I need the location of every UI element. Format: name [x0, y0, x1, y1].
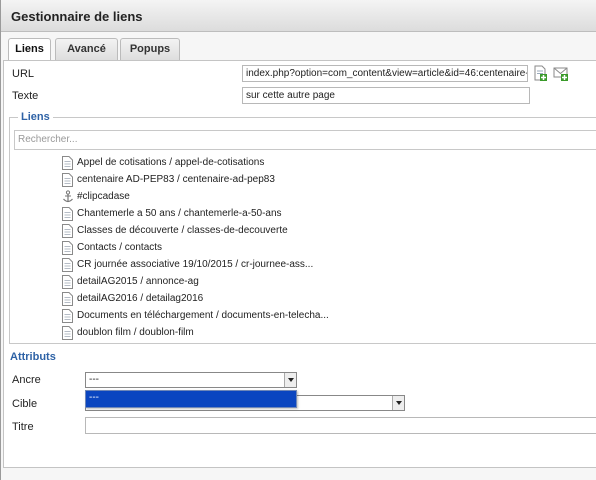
text-input[interactable]: sur cette autre page — [242, 87, 530, 104]
email-link-icon[interactable] — [553, 65, 569, 81]
tab-popups[interactable]: Popups — [120, 38, 180, 60]
links-legend: Liens — [18, 111, 53, 123]
cible-label: Cible — [12, 398, 38, 410]
link-manager-dialog: Gestionnaire de liens Liens Avancé Popup… — [0, 0, 596, 480]
links-search-input[interactable]: Rechercher... — [14, 130, 596, 150]
list-item-label: Classes de découverte / classes-de-decou… — [77, 225, 288, 236]
list-item-label: Documents en téléchargement / documents-… — [77, 310, 329, 321]
ancre-dropdown-list: --- — [85, 390, 297, 408]
ancre-select[interactable]: --- — [85, 372, 297, 388]
list-item[interactable]: Appel de cotisations / appel-de-cotisati… — [60, 155, 596, 172]
links-search-placeholder: Rechercher... — [18, 134, 78, 145]
list-item-label: CR journée associative 19/10/2015 / cr-j… — [77, 259, 314, 270]
attributes-legend: Attributs — [10, 351, 56, 363]
list-item-label: #clipcadase — [77, 191, 130, 202]
list-item-label: Chantemerle a 50 ans / chantemerle-a-50-… — [77, 208, 282, 219]
url-label: URL — [12, 68, 35, 80]
list-item[interactable]: detailAG2016 / detailag2016 — [60, 291, 596, 308]
list-item[interactable]: doublon film / doublon-film — [60, 325, 596, 341]
tab-liens[interactable]: Liens — [8, 38, 51, 61]
list-item-label: detailAG2015 / annonce-ag — [77, 276, 199, 287]
titre-label: Titre — [12, 421, 34, 433]
list-item[interactable]: Classes de découverte / classes-de-decou… — [60, 223, 596, 240]
browse-page-icon[interactable] — [532, 65, 548, 81]
list-item-label: Appel de cotisations / appel-de-cotisati… — [77, 157, 265, 168]
chevron-down-icon — [392, 396, 404, 410]
list-item[interactable]: Documents en téléchargement / documents-… — [60, 308, 596, 325]
dialog-titlebar[interactable]: Gestionnaire de liens — [1, 0, 596, 32]
text-label: Texte — [12, 90, 39, 102]
ancre-dropdown-option[interactable]: --- — [86, 391, 296, 407]
list-item[interactable]: detailAG2015 / annonce-ag — [60, 274, 596, 291]
links-fieldset: Liens Rechercher... Appel de cotisations… — [9, 111, 596, 344]
list-item[interactable]: centenaire AD-PEP83 / centenaire-ad-pep8… — [60, 172, 596, 189]
list-item[interactable]: Chantemerle a 50 ans / chantemerle-a-50-… — [60, 206, 596, 223]
chevron-down-icon — [284, 373, 296, 387]
url-input[interactable]: index.php?option=com_content&view=articl… — [242, 65, 528, 82]
titre-input[interactable] — [85, 417, 596, 434]
ancre-label: Ancre — [12, 374, 41, 386]
list-item[interactable]: CR journée associative 19/10/2015 / cr-j… — [60, 257, 596, 274]
links-list[interactable]: Appel de cotisations / appel-de-cotisati… — [60, 155, 596, 341]
dialog-title: Gestionnaire de liens — [11, 9, 143, 24]
list-item-label: doublon film / doublon-film — [77, 327, 194, 338]
page-icon — [62, 326, 73, 341]
tab-avance[interactable]: Avancé — [55, 38, 118, 60]
list-item[interactable]: #clipcadase — [60, 189, 596, 206]
ancre-select-value: --- — [89, 374, 99, 385]
list-item-label: centenaire AD-PEP83 / centenaire-ad-pep8… — [77, 174, 275, 185]
dialog-body: Liens Avancé Popups URL index.php?option… — [1, 32, 596, 480]
list-item-label: detailAG2016 / detailag2016 — [77, 293, 204, 304]
list-item-label: Contacts / contacts — [77, 242, 163, 253]
list-item[interactable]: Contacts / contacts — [60, 240, 596, 257]
